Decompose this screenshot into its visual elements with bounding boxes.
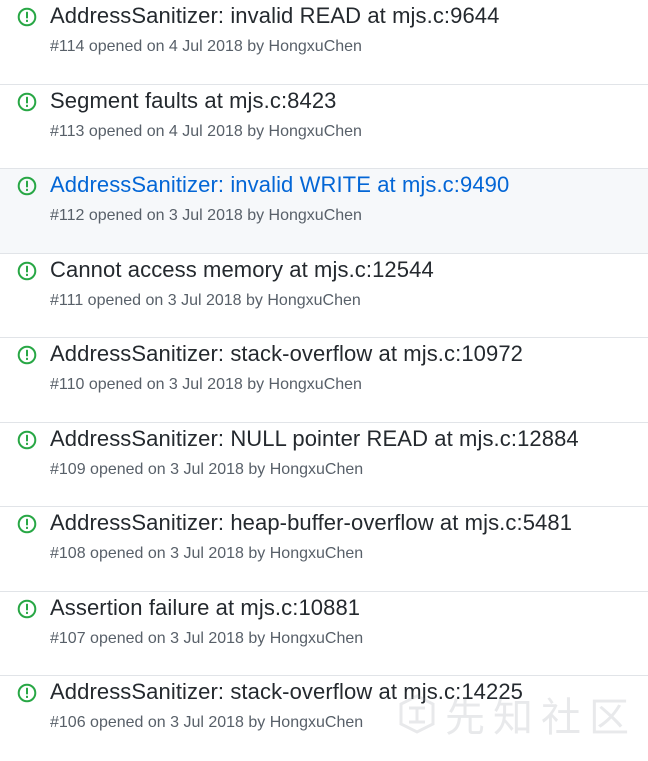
issue-opened-icon xyxy=(17,92,37,111)
issue-opened-icon xyxy=(17,430,37,449)
issue-meta: #109 opened on 3 Jul 2018 by HongxuChen xyxy=(50,460,364,478)
issue-title-link[interactable]: AddressSanitizer: heap-buffer-overflow a… xyxy=(50,510,572,536)
issue-title-link[interactable]: AddressSanitizer: stack-overflow at mjs.… xyxy=(50,341,523,367)
issue-title-link[interactable]: AddressSanitizer: NULL pointer READ at m… xyxy=(50,426,579,452)
issue-title-link[interactable]: AddressSanitizer: invalid READ at mjs.c:… xyxy=(50,3,499,29)
issue-row[interactable]: Assertion failure at mjs.c:10881 #107 op… xyxy=(0,591,648,676)
issue-row[interactable]: AddressSanitizer: stack-overflow at mjs.… xyxy=(0,676,648,761)
issue-opened-icon xyxy=(17,514,37,534)
issue-row[interactable]: AddressSanitizer: stack-overflow at mjs.… xyxy=(0,338,648,423)
issue-row[interactable]: Segment faults at mjs.c:8423 #113 opened… xyxy=(0,84,648,169)
issue-meta: #113 opened on 4 Jul 2018 by HongxuChen xyxy=(50,122,362,140)
issue-row[interactable]: AddressSanitizer: NULL pointer READ at m… xyxy=(0,422,648,507)
issue-title-link[interactable]: Cannot access memory at mjs.c:12544 xyxy=(50,257,434,283)
issue-meta: #111 opened on 3 Jul 2018 by HongxuChen xyxy=(50,291,361,309)
issue-row[interactable]: Cannot access memory at mjs.c:12544 #111… xyxy=(0,253,648,338)
issue-title-link[interactable]: Assertion failure at mjs.c:10881 xyxy=(50,595,360,621)
issue-opened-icon xyxy=(17,345,37,365)
issue-title-link[interactable]: AddressSanitizer: invalid WRITE at mjs.c… xyxy=(50,172,509,198)
issue-opened-icon xyxy=(17,176,37,196)
issue-row[interactable]: AddressSanitizer: invalid READ at mjs.c:… xyxy=(0,0,648,85)
issue-row-hovered[interactable]: AddressSanitizer: invalid WRITE at mjs.c… xyxy=(0,169,648,254)
issue-meta: #114 opened on 4 Jul 2018 by HongxuChen xyxy=(50,38,362,55)
issue-opened-icon xyxy=(17,7,37,27)
issue-title-link[interactable]: AddressSanitizer: stack-overflow at mjs.… xyxy=(50,679,523,705)
issue-meta: #108 opened on 3 Jul 2018 by HongxuChen xyxy=(50,545,364,562)
issue-meta: #107 opened on 3 Jul 2018 by HongxuChen xyxy=(50,629,364,647)
issue-row[interactable]: AddressSanitizer: heap-buffer-overflow a… xyxy=(0,507,648,592)
issue-meta: #106 opened on 3 Jul 2018 by HongxuChen xyxy=(50,714,364,731)
issue-opened-icon xyxy=(17,599,37,618)
issue-opened-icon xyxy=(17,261,37,280)
issue-meta: #110 opened on 3 Jul 2018 by HongxuChen xyxy=(50,376,362,393)
issue-title-link[interactable]: Segment faults at mjs.c:8423 xyxy=(50,88,337,114)
issue-list: AddressSanitizer: invalid READ at mjs.c:… xyxy=(0,0,648,761)
issue-opened-icon xyxy=(17,683,37,703)
issue-meta: #112 opened on 3 Jul 2018 by HongxuChen xyxy=(50,207,362,224)
